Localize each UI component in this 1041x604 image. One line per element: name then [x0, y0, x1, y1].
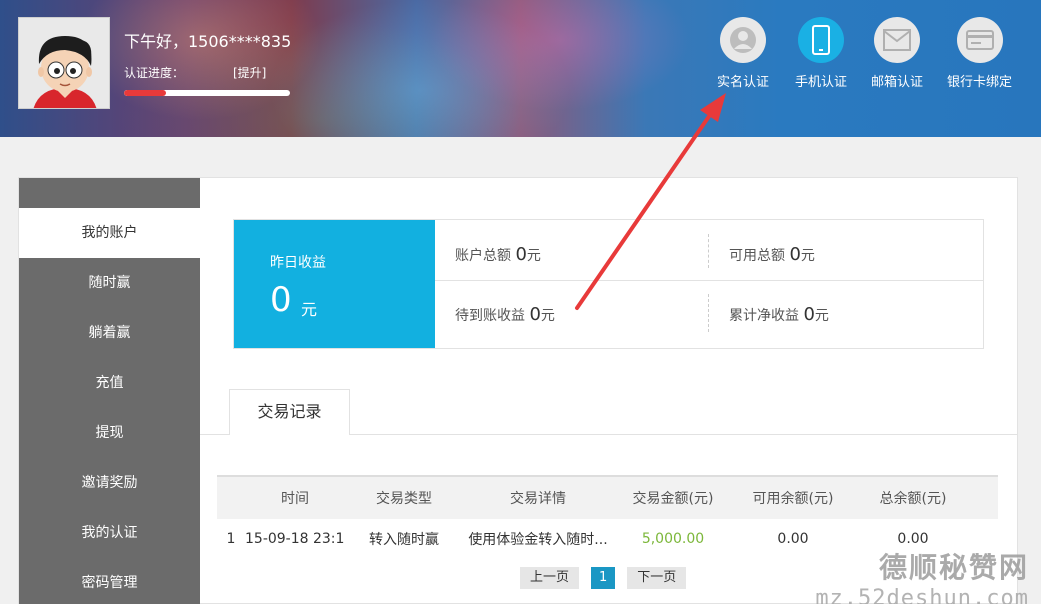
table-header-amount: 交易金额(元) — [632, 491, 714, 507]
watermark-url: mz.52deshun.com — [815, 586, 1029, 604]
yesterday-earnings-unit: 元 — [301, 300, 318, 319]
verify-progress-bar — [124, 90, 290, 96]
sidebar: 我的账户 随时赢 躺着赢 充值 提现 邀请奖励 我的认证 密码管理 — [19, 178, 200, 604]
summary-dash-divider — [708, 234, 709, 268]
sidebar-item-withdraw[interactable]: 提现 — [19, 408, 200, 458]
table-header-available: 可用余额(元) — [752, 491, 834, 507]
pending-earnings-unit: 元 — [540, 308, 555, 324]
sidebar-item-my-account[interactable]: 我的账户 — [19, 208, 200, 258]
verify-realname-button[interactable]: 实名认证 — [717, 17, 769, 90]
net-earnings: 累计净收益 0元 — [729, 304, 829, 325]
row-total: 0.00 — [897, 531, 929, 547]
row-time: 15-09-18 23:15 — [245, 531, 345, 547]
user-icon — [720, 17, 766, 63]
yesterday-earnings-card: 昨日收益 0 元 — [234, 220, 435, 348]
pagination: 上一页 1 下一页 — [520, 567, 687, 589]
verify-phone-label: 手机认证 — [795, 75, 848, 90]
verify-mail-label: 邮箱认证 — [871, 75, 924, 90]
sidebar-item-anytime-win[interactable]: 随时赢 — [19, 258, 200, 308]
row-amount: 5,000.00 — [641, 531, 705, 547]
prev-page-button[interactable]: 上一页 — [520, 567, 580, 589]
account-total: 账户总额 0元 — [455, 244, 541, 265]
net-earnings-label: 累计净收益 — [729, 308, 799, 324]
pending-earnings: 待到账收益 0元 — [455, 304, 555, 325]
avatar[interactable] — [18, 17, 110, 109]
watermark-title: 德顺秘赞网 — [878, 551, 1029, 584]
summary-divider — [435, 280, 983, 281]
tab-transactions[interactable]: 交易记录 — [229, 389, 350, 435]
card-icon — [956, 17, 1003, 63]
avatar-cartoon-icon — [19, 18, 109, 108]
verify-phone-button[interactable]: 手机认证 — [795, 17, 847, 90]
header-banner: 下午好，1506****835 认证进度： [提升] 实名认证 手机认证 邮箱认… — [0, 0, 1041, 137]
greeting-text: 下午好，1506****835 — [124, 32, 292, 51]
verify-realname-label: 实名认证 — [717, 75, 770, 90]
verify-bankcard-button[interactable]: 银行卡绑定 — [947, 17, 1012, 90]
yesterday-earnings-label: 昨日收益 — [270, 255, 326, 271]
verify-bankcard-label: 银行卡绑定 — [947, 75, 1013, 90]
verify-progress-fill — [124, 90, 166, 96]
account-total-value: 0 — [515, 244, 527, 265]
sidebar-item-my-verification[interactable]: 我的认证 — [19, 508, 200, 558]
watermark: 德顺秘赞网 mz.52deshun.com — [815, 546, 1029, 604]
phone-icon — [798, 17, 844, 63]
row-available: 0.00 — [777, 531, 809, 547]
row-index: 1 — [226, 531, 236, 547]
sidebar-cap — [19, 178, 200, 208]
available-total: 可用总额 0元 — [729, 244, 815, 265]
sidebar-item-password[interactable]: 密码管理 — [19, 558, 200, 604]
available-total-unit: 元 — [800, 248, 815, 264]
yesterday-earnings-value: 0 — [270, 280, 292, 320]
mail-icon — [874, 17, 920, 63]
earnings-summary: 昨日收益 0 元 账户总额 0元 可用总额 0元 待到账收益 0元 累计净收益 … — [233, 219, 984, 349]
verify-mail-button[interactable]: 邮箱认证 — [871, 17, 923, 90]
account-total-unit: 元 — [526, 248, 541, 264]
sidebar-item-lying-win[interactable]: 躺着赢 — [19, 308, 200, 358]
account-panel: 我的账户 随时赢 躺着赢 充值 提现 邀请奖励 我的认证 密码管理 昨日收益 0… — [18, 177, 1018, 604]
row-type: 转入随时赢 — [369, 532, 439, 548]
row-detail: 使用体验金转入随时... — [468, 532, 608, 548]
account-total-label: 账户总额 — [455, 248, 511, 264]
summary-dash-divider — [708, 294, 709, 332]
current-page-button[interactable]: 1 — [591, 567, 616, 589]
table-header: 时间 交易类型 交易详情 交易金额(元) 可用余额(元) 总余额(元) — [217, 475, 998, 519]
net-earnings-unit: 元 — [814, 308, 829, 324]
available-total-label: 可用总额 — [729, 248, 785, 264]
net-earnings-value: 0 — [803, 304, 815, 325]
verify-upgrade-link[interactable]: [提升] — [233, 64, 266, 81]
table-header-type: 交易类型 — [376, 491, 432, 507]
sidebar-item-invite-reward[interactable]: 邀请奖励 — [19, 458, 200, 508]
table-header-total: 总余额(元) — [879, 491, 947, 507]
table-header-time: 时间 — [281, 491, 309, 507]
next-page-button[interactable]: 下一页 — [627, 567, 687, 589]
table-header-detail: 交易详情 — [510, 491, 566, 507]
verify-progress-label: 认证进度： — [124, 66, 185, 80]
sidebar-item-recharge[interactable]: 充值 — [19, 358, 200, 408]
available-total-value: 0 — [789, 244, 801, 265]
pending-earnings-label: 待到账收益 — [455, 308, 525, 324]
pending-earnings-value: 0 — [529, 304, 541, 325]
